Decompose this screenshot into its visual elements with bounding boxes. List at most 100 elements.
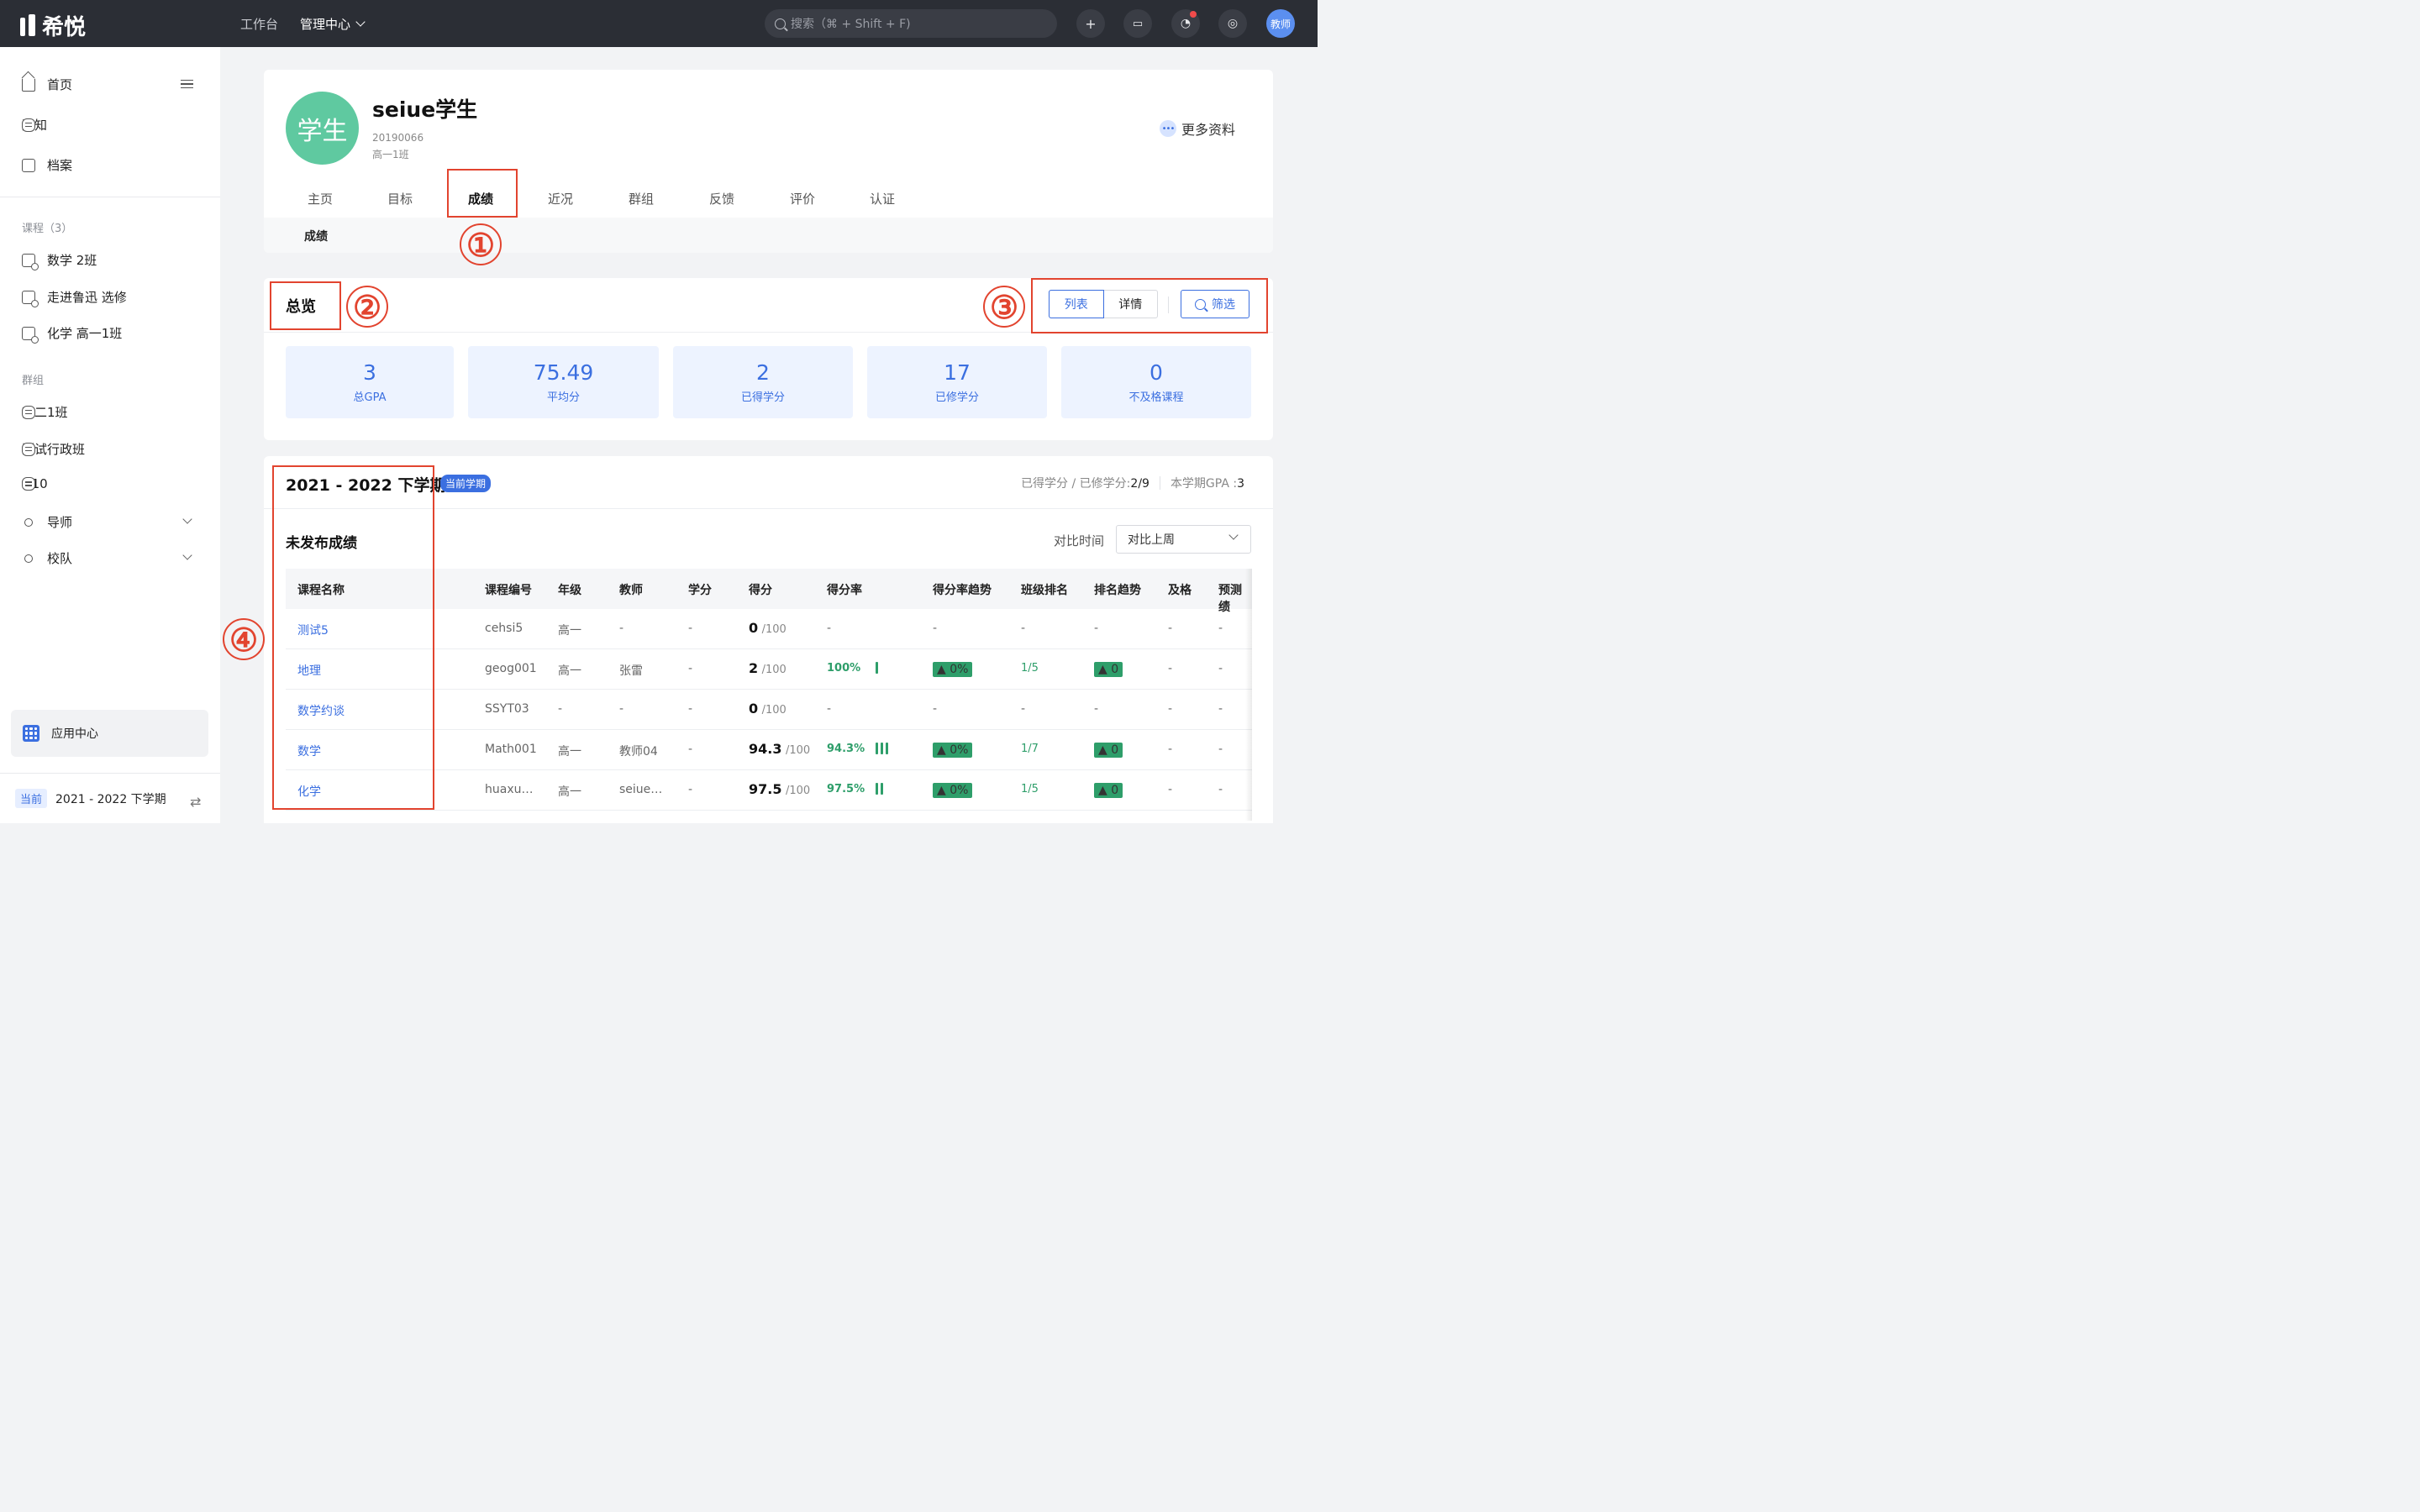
tab-groups[interactable]: 群组: [629, 190, 654, 207]
cell-teacher: 教师04: [619, 745, 658, 759]
cell-score: 0 /100: [749, 701, 786, 717]
chevron-down-icon[interactable]: [182, 514, 192, 524]
stat-label: 已修学分: [934, 391, 979, 404]
user-circle-icon: ◎: [1227, 17, 1239, 30]
sidebar-item-label: 导师: [47, 515, 73, 530]
more-info-button[interactable]: ••• 更多资料: [1160, 118, 1235, 139]
current-badge: 当前: [15, 789, 48, 808]
profile-tabs: 主页 目标 成绩 近况 群组 反馈 评价 认证: [264, 183, 1273, 217]
stat-label: 平均分: [546, 391, 580, 404]
sidebar-item-course[interactable]: 化学 高一1班: [22, 324, 123, 344]
app-center-button[interactable]: 应用中心: [11, 710, 208, 757]
nav-workbench[interactable]: 工作台: [240, 15, 278, 33]
sidebar-item-group[interactable]: 高二1班: [22, 403, 68, 421]
stat-value: 2: [756, 360, 770, 385]
sub-tab-grades[interactable]: 成绩: [304, 228, 328, 244]
sub-tab-bar: 成绩: [264, 218, 1273, 253]
cell-credit: -: [688, 743, 693, 756]
avatar[interactable]: 教师: [1266, 9, 1295, 38]
score-rate-bars: [876, 662, 878, 674]
term-gpa: 本学期GPA :3: [1171, 475, 1244, 491]
sidebar-item-mentor[interactable]: 导师: [22, 513, 72, 531]
cell-pass: -: [1168, 662, 1173, 675]
cell-grade: 高一: [558, 785, 581, 799]
course-icon: [22, 290, 39, 307]
term-switcher[interactable]: 当前 2021 - 2022 下学期 ⇄: [0, 773, 220, 823]
sidebar-item-label: 首页: [47, 77, 73, 92]
sidebar-item-team[interactable]: 校队: [22, 549, 72, 567]
compare-select[interactable]: 对比上周: [1116, 525, 1251, 554]
sidebar-item-course[interactable]: 数学 2班: [22, 251, 97, 270]
tab-evaluation[interactable]: 评价: [790, 190, 815, 207]
top-bar: 希悦 工作台 管理中心 搜索（⌘ + Shift + F) + ▭ ◔ ◎ 教师: [0, 0, 1318, 47]
col-rate-trend: 得分率趋势: [933, 584, 992, 597]
collapse-sidebar-icon[interactable]: [181, 80, 193, 88]
stat-label: 总GPA: [353, 391, 387, 404]
sidebar-item-home[interactable]: 首页: [22, 76, 72, 93]
cell-score: 94.3 /100: [749, 741, 810, 757]
cell-class-rank: -: [1021, 702, 1026, 716]
current-term-badge: 当前学期: [440, 475, 492, 492]
tab-feedback[interactable]: 反馈: [709, 190, 734, 207]
score-value: 94.3: [749, 741, 782, 757]
tab-goals[interactable]: 目标: [387, 190, 413, 207]
col-teacher: 教师: [619, 584, 643, 597]
group-icon: [22, 477, 35, 491]
user-icon: [24, 517, 33, 527]
add-button[interactable]: +: [1076, 9, 1105, 38]
cell-grade: 高一: [558, 664, 581, 678]
annotation-number-2: ②: [346, 286, 388, 328]
cell-rank-trend: ▲ 0: [1094, 662, 1123, 677]
sidebar-item-archive[interactable]: 档案: [22, 156, 72, 174]
cell-pass: -: [1168, 702, 1173, 716]
cell-rate-trend: -: [933, 702, 938, 716]
tab-home[interactable]: 主页: [308, 190, 333, 207]
notifications-button[interactable]: ◔: [1171, 9, 1200, 38]
chevron-down-icon[interactable]: [182, 550, 192, 560]
search-input[interactable]: 搜索（⌘ + Shift + F): [765, 9, 1057, 38]
cell-code: cehsi5: [485, 622, 523, 635]
cell-rank-trend: ▲ 0: [1094, 743, 1123, 758]
cell-predicted: -: [1218, 783, 1223, 796]
cell-credit: -: [688, 662, 693, 675]
swap-icon[interactable]: ⇄: [190, 794, 201, 810]
stat-taken-credits: 17 已修学分: [867, 346, 1047, 418]
sidebar-item-course[interactable]: 走进鲁迅 选修: [22, 288, 127, 307]
col-pass: 及格: [1168, 584, 1192, 597]
sidebar-item-label: 化学 高一1班: [47, 326, 123, 341]
chevron-down-icon: [1228, 530, 1239, 540]
stat-value: 17: [944, 360, 971, 385]
scroll-shadow: [1245, 569, 1252, 821]
chat-icon: ▭: [1132, 17, 1144, 30]
stat-total-gpa: 3 总GPA: [286, 346, 454, 418]
cell-score-rate: -: [827, 622, 832, 635]
annotation-box-4: [272, 465, 434, 810]
student-profile-card: 学生 seiue学生 20190066 高一1班 ••• 更多资料 主页 目标 …: [264, 70, 1273, 253]
score-rate-bars: [876, 783, 883, 795]
message-icon: [22, 118, 35, 132]
credits-value: 2/9: [1130, 477, 1150, 491]
top-nav: 工作台 管理中心: [240, 0, 366, 47]
tab-certification[interactable]: 认证: [870, 190, 895, 207]
cell-pass: -: [1168, 783, 1173, 796]
profile-settings-button[interactable]: ◎: [1218, 9, 1247, 38]
cell-rate-trend: ▲ 0%: [933, 783, 973, 798]
sidebar-item-group[interactable]: 测试行政班: [22, 440, 85, 458]
cell-score: 97.5 /100: [749, 781, 810, 797]
course-icon: [22, 253, 39, 270]
cell-grade: -: [558, 702, 563, 716]
student-name: seiue学生: [372, 97, 478, 122]
annotation-number-3: ③: [983, 286, 1025, 328]
cell-rank-trend: ▲ 0: [1094, 783, 1123, 798]
nav-admin-center[interactable]: 管理中心: [300, 15, 366, 33]
student-class: 高一1班: [372, 149, 409, 160]
cell-rate-trend: ▲ 0%: [933, 743, 973, 758]
cell-code: huaxu…: [485, 783, 534, 796]
sidebar-item-group[interactable]: G10: [22, 476, 48, 491]
messages-button[interactable]: ▭: [1123, 9, 1152, 38]
gpa-value: 3: [1237, 477, 1244, 491]
stat-value: 75.49: [533, 360, 594, 385]
sidebar-item-notifications[interactable]: 通知: [22, 116, 47, 134]
logo[interactable]: 希悦: [20, 10, 86, 41]
tab-recent[interactable]: 近况: [548, 190, 573, 207]
